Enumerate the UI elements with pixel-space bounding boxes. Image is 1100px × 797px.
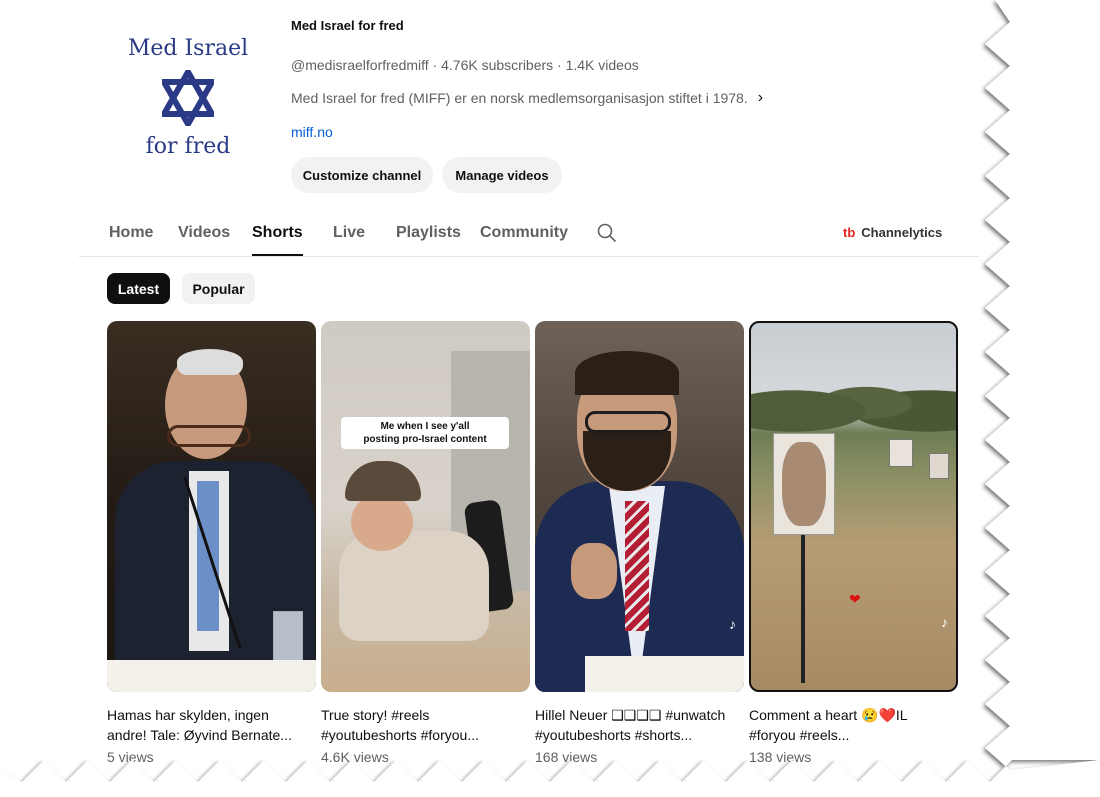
short-views: 168 views xyxy=(535,749,598,765)
chevron-right-icon[interactable]: › xyxy=(758,89,763,107)
short-title[interactable]: Comment a heart 😢❤️IL #foryou #reels... xyxy=(749,705,958,745)
tiktok-watermark-icon: ♪ xyxy=(729,616,736,632)
heart-icon: ❤ xyxy=(849,591,861,607)
thumb-figure xyxy=(107,660,316,692)
thumb-figure xyxy=(929,453,949,479)
thumb-figure xyxy=(751,363,956,443)
short-card[interactable]: ♪ Hillel Neuer ❑❑❑❑ #unwatch #youtubesho… xyxy=(535,321,744,765)
caption-line: Me when I see y'all xyxy=(380,421,470,432)
thumb-figure xyxy=(177,349,243,375)
thumb-figure xyxy=(273,611,303,663)
manage-videos-button[interactable]: Manage videos xyxy=(442,157,562,193)
tiktok-watermark-icon: ♪ xyxy=(941,614,948,630)
tab-shorts[interactable]: Shorts xyxy=(252,224,303,256)
channel-description[interactable]: Med Israel for fred (MIFF) er en norsk m… xyxy=(291,89,763,107)
thumbnail-caption: Me when I see y'all posting pro-Israel c… xyxy=(341,417,509,449)
channel-link[interactable]: miff.no xyxy=(291,124,333,140)
star-of-david-icon xyxy=(162,70,214,126)
tab-community[interactable]: Community xyxy=(480,224,568,242)
thumb-figure xyxy=(782,442,826,526)
channelytics-extension[interactable]: tb Channelytics xyxy=(843,225,942,240)
short-card[interactable]: Me when I see y'all posting pro-Israel c… xyxy=(321,321,530,765)
thumb-figure xyxy=(889,439,913,467)
short-views: 5 views xyxy=(107,749,154,765)
channel-description-text: Med Israel for fred (MIFF) er en norsk m… xyxy=(291,90,748,106)
tab-playlists[interactable]: Playlists xyxy=(396,224,461,242)
short-thumbnail[interactable]: ♪ xyxy=(535,321,744,692)
thumb-figure xyxy=(571,543,617,599)
channel-name: Med Israel for fred xyxy=(291,18,404,33)
short-card[interactable]: ❤ ♪ Comment a heart 😢❤️IL #foryou #reels… xyxy=(749,321,958,765)
channel-avatar[interactable]: Med Israel for fred xyxy=(118,30,258,170)
thumb-figure xyxy=(801,533,805,683)
customize-channel-button[interactable]: Customize channel xyxy=(291,157,433,193)
logo-text-line1: Med Israel xyxy=(127,36,249,61)
logo-text-line2: for fred xyxy=(145,134,231,159)
tab-live[interactable]: Live xyxy=(333,224,365,242)
youtube-channel-page: Med Israel for fred Med Israel for fred … xyxy=(0,0,1100,797)
short-thumbnail[interactable] xyxy=(107,321,316,692)
chip-latest[interactable]: Latest xyxy=(107,273,170,304)
channelytics-label: Channelytics xyxy=(861,225,943,240)
thumb-figure xyxy=(585,656,744,692)
short-title[interactable]: Hillel Neuer ❑❑❑❑ #unwatch #youtubeshort… xyxy=(535,705,744,745)
short-title-line: #youtubeshorts #foryou... xyxy=(321,727,479,743)
channelytics-icon: tb xyxy=(843,225,856,240)
short-title-line: Hamas har skylden, ingen xyxy=(107,707,269,723)
thumb-figure xyxy=(585,411,671,433)
thumb-figure xyxy=(167,425,251,447)
short-title[interactable]: True story! #reels #youtubeshorts #foryo… xyxy=(321,705,530,745)
short-title-line: #foryou #reels... xyxy=(749,727,850,743)
thumb-figure xyxy=(773,433,835,535)
short-views: 138 views xyxy=(749,749,812,765)
thumb-figure xyxy=(575,351,679,395)
channel-meta: @medisraelforfredmiff · 4.76K subscriber… xyxy=(291,57,639,73)
tab-videos[interactable]: Videos xyxy=(178,224,230,242)
short-thumbnail[interactable]: Me when I see y'all posting pro-Israel c… xyxy=(321,321,530,692)
short-title-line: andre! Tale: Øyvind Bernate... xyxy=(107,727,292,743)
short-title-line: Hillel Neuer ❑❑❑❑ #unwatch xyxy=(535,707,726,723)
short-title-line: Comment a heart 😢❤️IL xyxy=(749,707,908,723)
search-icon[interactable] xyxy=(597,223,617,243)
short-title-line: #youtubeshorts #shorts... xyxy=(535,727,693,743)
short-views: 4.6K views xyxy=(321,749,389,765)
tab-home[interactable]: Home xyxy=(109,224,153,242)
short-title-line: True story! #reels xyxy=(321,707,430,723)
thumb-figure xyxy=(339,531,489,641)
short-thumbnail[interactable]: ❤ ♪ xyxy=(749,321,958,692)
short-title[interactable]: Hamas har skylden, ingen andre! Tale: Øy… xyxy=(107,705,316,745)
caption-line: posting pro-Israel content xyxy=(363,434,487,445)
thumb-figure xyxy=(351,493,413,551)
thumb-figure xyxy=(625,501,649,631)
chip-popular[interactable]: Popular xyxy=(182,273,255,304)
short-card[interactable]: Hamas har skylden, ingen andre! Tale: Øy… xyxy=(107,321,316,765)
tabs-divider xyxy=(79,256,979,257)
thumb-figure xyxy=(345,461,421,501)
